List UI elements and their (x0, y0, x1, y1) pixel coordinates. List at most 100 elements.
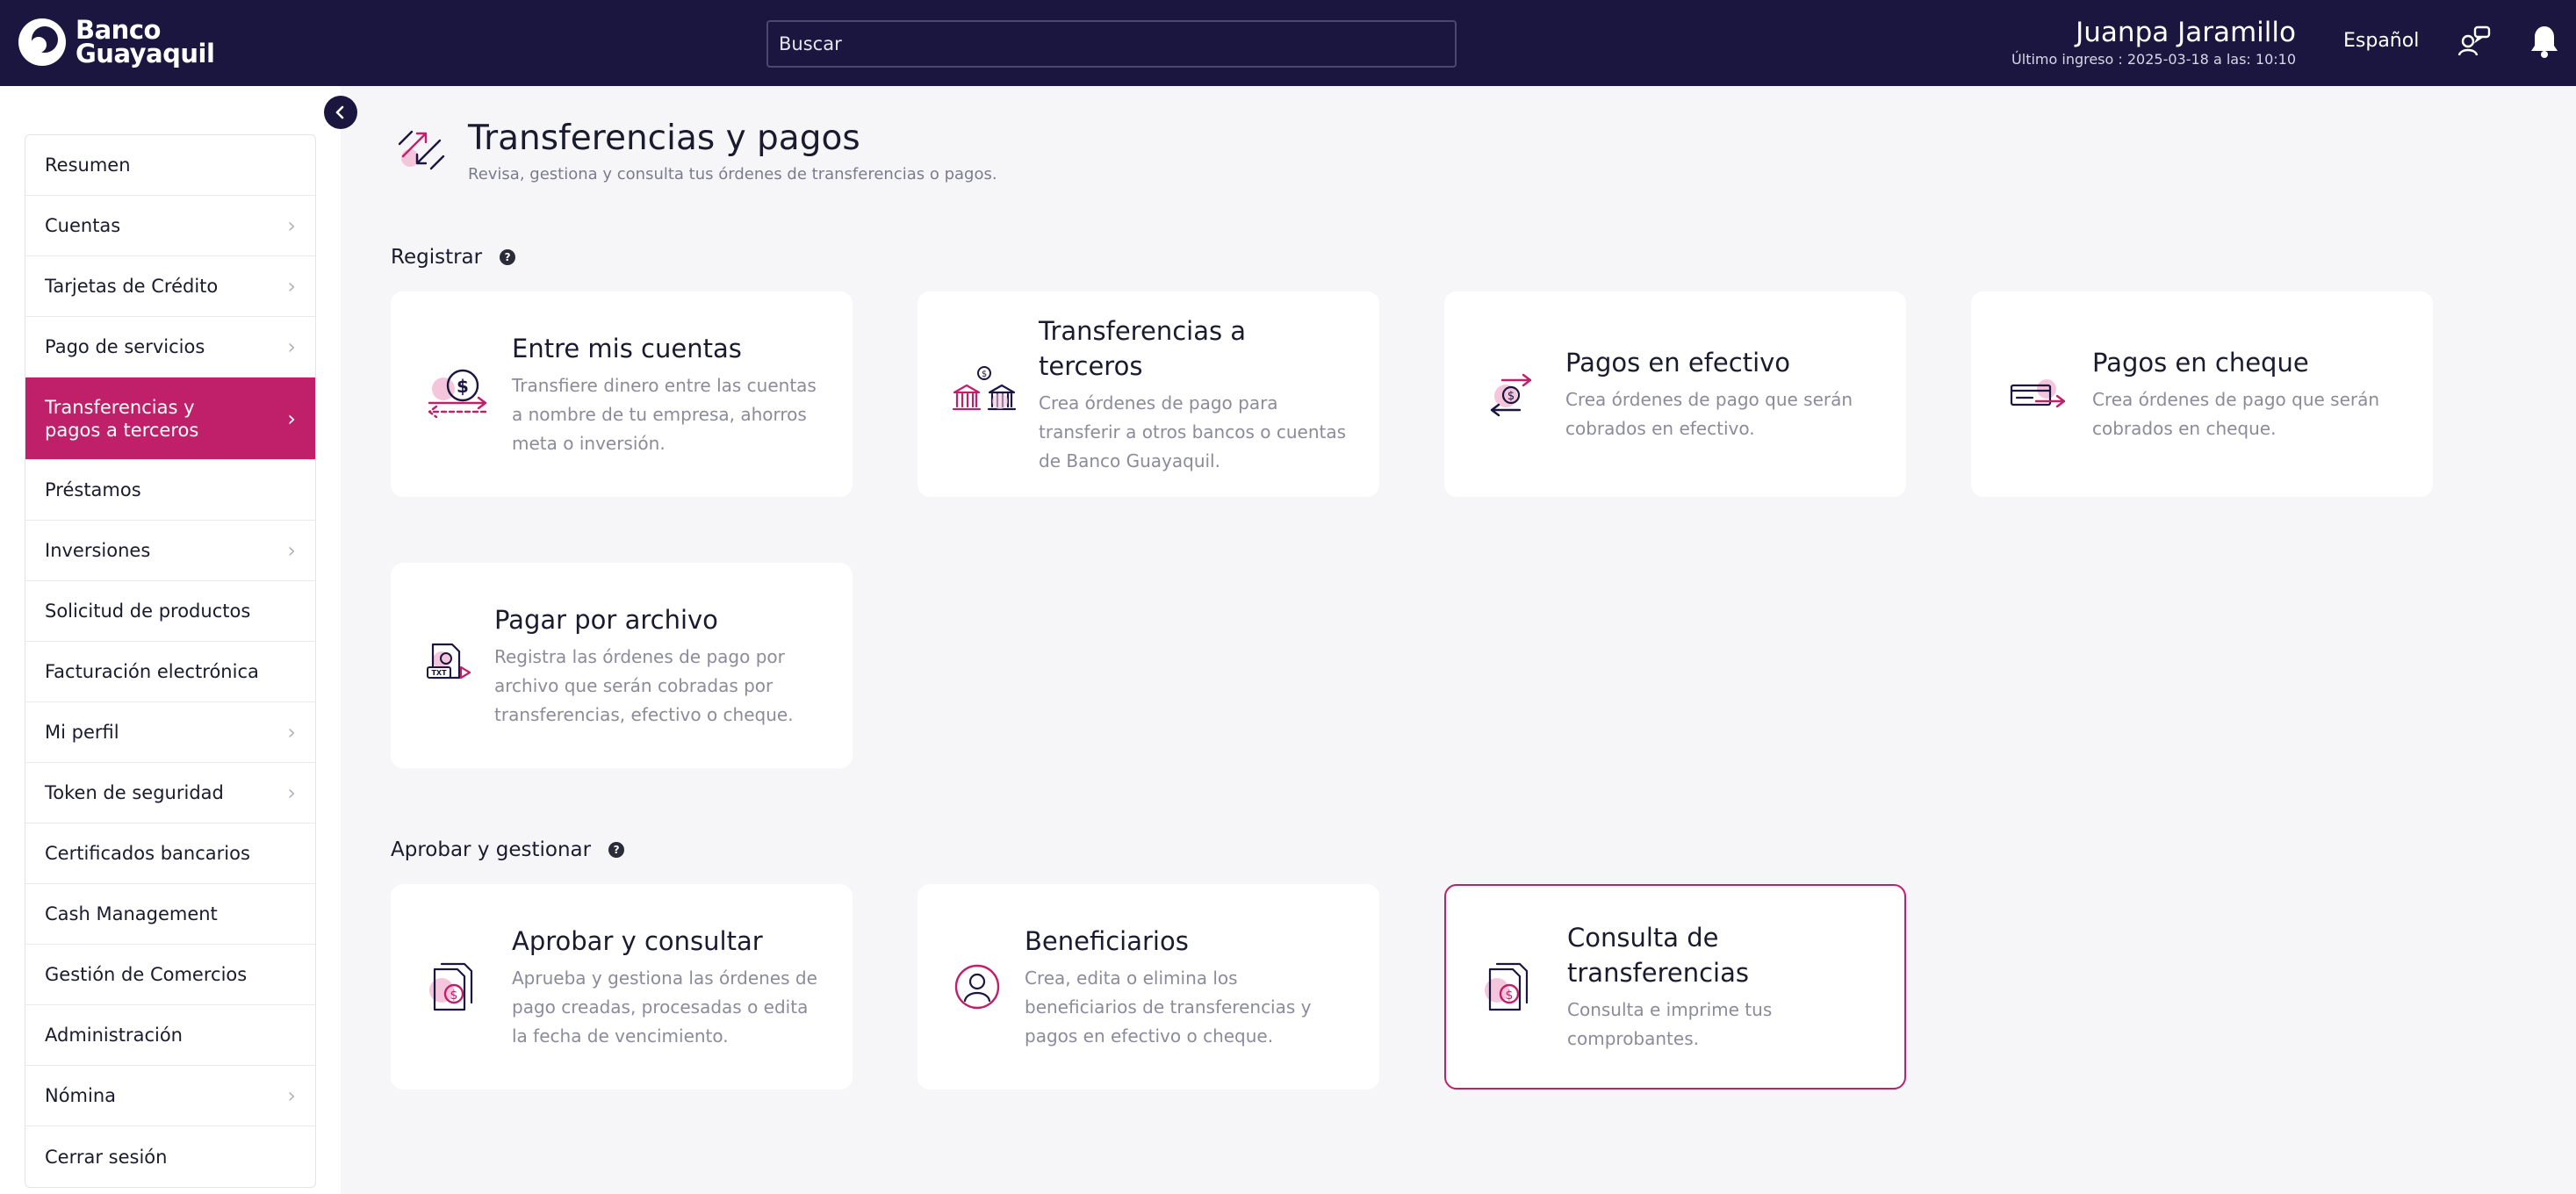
chevron-right-icon: › (287, 274, 296, 298)
chevron-right-icon: › (287, 213, 296, 238)
card-title: Beneficiarios (1025, 925, 1189, 956)
sidebar-item-cash-management[interactable]: Cash Management (25, 884, 315, 945)
card-description: Crea órdenes de pago que serán cobrados … (2092, 389, 2380, 439)
sidebar-item-transferencias[interactable]: Transferencias y pagos a terceros › (25, 378, 315, 460)
logo-line-2: Guayaquil (76, 39, 215, 68)
card-beneficiarios[interactable]: Beneficiarios Crea, edita o elimina los … (917, 884, 1379, 1090)
card-title: Aprobar y consultar (512, 925, 763, 956)
chevron-right-icon: › (287, 720, 296, 744)
logo-mark-icon (18, 18, 67, 67)
sidebar-item-label: Certificados bancarios (45, 843, 250, 864)
sidebar-item-resumen[interactable]: Resumen (25, 135, 315, 196)
sidebar-menu: Resumen Cuentas › Tarjetas de Crédito › Pa… (25, 134, 316, 1188)
sidebar-item-label: Gestión de Comercios (45, 964, 248, 985)
transfer-query-icon: $ (1478, 952, 1548, 1022)
notifications-bell-icon[interactable] (2524, 21, 2565, 61)
page-subtitle: Revisa, gestiona y consulta tus órdenes … (468, 165, 997, 183)
user-name: Juanpa Jaramillo (2076, 17, 2296, 48)
card-title: Pagos en cheque (2092, 348, 2309, 378)
card-description: Crea órdenes de pago que serán cobrados … (1565, 389, 1853, 439)
user-info: Juanpa Jaramillo Último ingreso : 2025-0… (2011, 16, 2296, 70)
sidebar-item-label: Cash Management (45, 903, 218, 924)
sidebar-item-nomina[interactable]: Nómina › (25, 1066, 315, 1126)
section-aprobar-title: Aprobar y gestionar ? (391, 838, 625, 861)
svg-text:$: $ (457, 376, 469, 397)
page-header: Transferencias y pagos Revisa, gestiona … (391, 114, 997, 183)
svg-text:$: $ (1507, 390, 1515, 403)
card-title: Pagar por archivo (494, 604, 718, 635)
chevron-left-icon (335, 105, 344, 119)
sidebar-item-label: Administración (45, 1025, 183, 1046)
bank-logo[interactable]: Banco Guayaquil (18, 18, 215, 68)
chevron-right-icon: › (287, 1083, 296, 1108)
chevron-right-icon: › (287, 334, 296, 359)
card-title: Transferencias a terceros (1039, 315, 1247, 381)
sidebar-item-label: Solicitud de productos (45, 601, 251, 622)
sidebar-item-label: Mi perfil (45, 722, 119, 743)
sidebar-item-label: Pago de servicios (45, 336, 205, 357)
card-consulta-transferencias[interactable]: $ Consulta de transferencias Consulta e … (1444, 884, 1906, 1090)
svg-text:TXT: TXT (431, 669, 447, 677)
card-transferencias-terceros[interactable]: $ Transferencias a terceros Crea órdenes… (917, 291, 1379, 497)
sidebar-item-pago-servicios[interactable]: Pago de servicios › (25, 317, 315, 378)
sidebar-item-mi-perfil[interactable]: Mi perfil › (25, 702, 315, 763)
card-description: Registra las órdenes de pago por archivo… (494, 645, 794, 725)
sidebar-item-token[interactable]: Token de seguridad › (25, 763, 315, 824)
svg-text:$: $ (982, 370, 987, 379)
svg-text:$: $ (450, 989, 458, 1003)
beneficiary-icon (949, 952, 1005, 1022)
sidebar-item-comercios[interactable]: Gestión de Comercios (25, 945, 315, 1005)
support-chat-icon[interactable] (2455, 21, 2495, 61)
collapse-sidebar-button[interactable] (324, 96, 357, 129)
approve-documents-icon: $ (422, 952, 493, 1022)
sidebar-item-label: Token de seguridad (45, 782, 224, 803)
sidebar-item-label: Transferencias y pagos a terceros (45, 396, 199, 441)
search-input[interactable] (766, 20, 1457, 68)
card-title: Consulta de transferencias (1567, 923, 1749, 988)
section-registrar-title: Registrar ? (391, 246, 516, 269)
svg-text:$: $ (1506, 989, 1514, 1003)
sidebar-item-facturacion[interactable]: Facturación electrónica (25, 642, 315, 702)
section-title-text: Registrar (391, 246, 483, 269)
sidebar-item-label: Resumen (45, 155, 131, 176)
chevron-right-icon: › (287, 780, 296, 805)
language-selector[interactable]: Español (2343, 30, 2419, 52)
sidebar-item-label: Cuentas (45, 215, 121, 236)
card-pagar-por-archivo[interactable]: TXT Pagar por archivo Registra las órden… (391, 563, 853, 768)
sidebar-item-certificados[interactable]: Certificados bancarios (25, 824, 315, 884)
sidebar-item-label: Tarjetas de Crédito (45, 276, 219, 297)
card-entre-mis-cuentas[interactable]: $ Entre mis cuentas Transfiere dinero en… (391, 291, 853, 497)
top-bar: Banco Guayaquil Juanpa Jaramillo Último … (0, 0, 2576, 86)
sidebar-item-tarjetas[interactable]: Tarjetas de Crédito › (25, 256, 315, 317)
transfer-accounts-icon: $ (422, 359, 493, 429)
card-pagos-efectivo[interactable]: $ Pagos en efectivo Crea órdenes de pago… (1444, 291, 1906, 497)
chevron-right-icon: › (287, 406, 296, 431)
card-description: Aprueba y gestiona las órdenes de pago c… (512, 967, 817, 1047)
card-aprobar-consultar[interactable]: $ Aprobar y consultar Aprueba y gestiona… (391, 884, 853, 1090)
sidebar-item-label: Facturación electrónica (45, 661, 259, 682)
card-description: Transfiere dinero entre las cuentas a no… (512, 374, 817, 454)
card-title: Entre mis cuentas (512, 333, 742, 363)
sidebar-item-cerrar-sesion[interactable]: Cerrar sesión (25, 1126, 315, 1187)
card-pagos-cheque[interactable]: Pagos en cheque Crea órdenes de pago que… (1971, 291, 2433, 497)
card-description: Crea, edita o elimina los beneficiarios … (1025, 967, 1312, 1047)
page-title: Transferencias y pagos (468, 119, 860, 158)
card-title: Pagos en efectivo (1565, 348, 1791, 378)
sidebar-item-label: Inversiones (45, 540, 151, 561)
chevron-right-icon: › (287, 538, 296, 563)
sidebar-item-administracion[interactable]: Administración (25, 1005, 315, 1066)
sidebar-item-label: Cerrar sesión (45, 1146, 168, 1168)
sidebar-item-prestamos[interactable]: Préstamos (25, 460, 315, 521)
transfer-arrows-icon (391, 118, 452, 179)
help-icon[interactable]: ? (608, 842, 625, 858)
bank-transfer-icon: $ (949, 359, 1019, 429)
card-description: Consulta e imprime tus comprobantes. (1567, 999, 1773, 1049)
last-login: Último ingreso : 2025-03-18 a las: 10:10 (2011, 51, 2296, 68)
sidebar-item-solicitud-productos[interactable]: Solicitud de productos (25, 581, 315, 642)
sidebar-item-inversiones[interactable]: Inversiones › (25, 521, 315, 581)
sidebar-item-cuentas[interactable]: Cuentas › (25, 196, 315, 256)
help-icon[interactable]: ? (500, 249, 516, 265)
logo-text: Banco Guayaquil (76, 18, 215, 68)
sidebar-item-label: Nómina (45, 1085, 117, 1106)
sidebar-item-label: Préstamos (45, 479, 141, 500)
